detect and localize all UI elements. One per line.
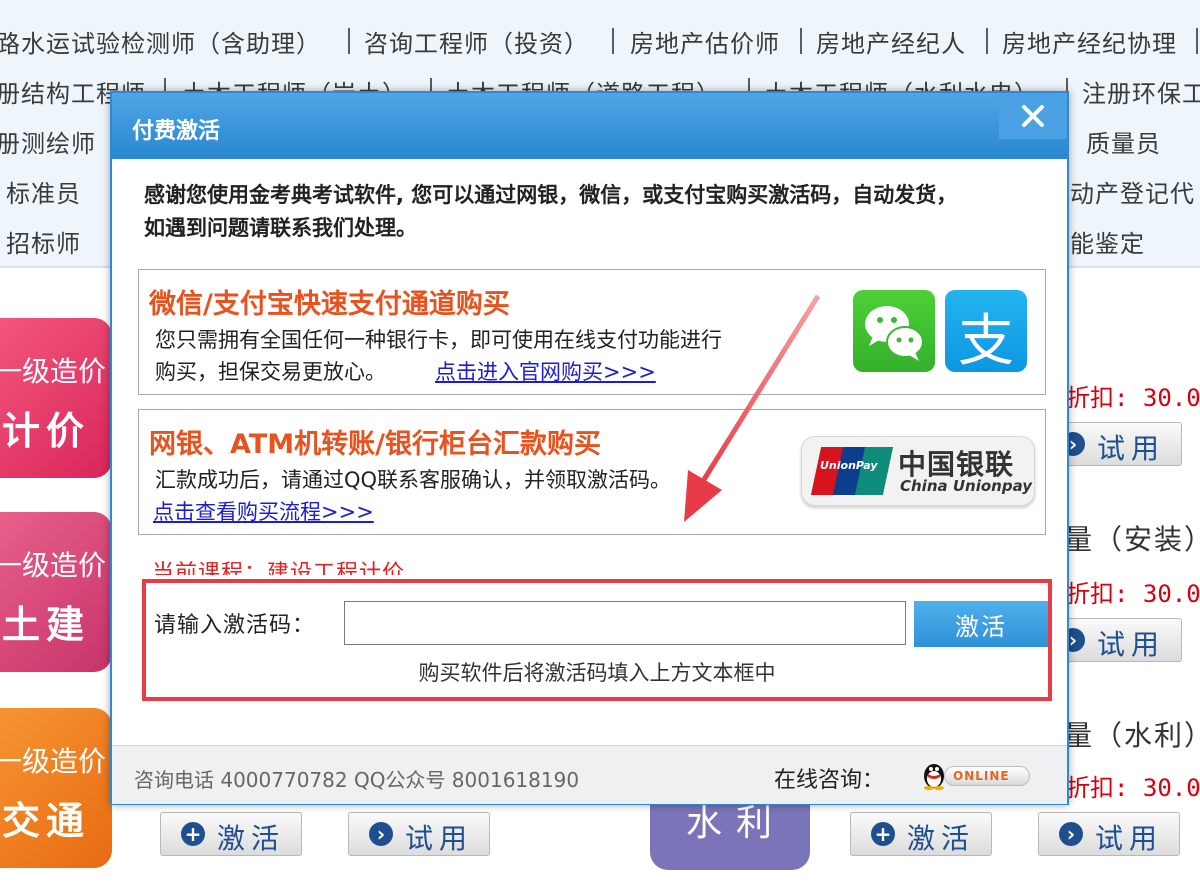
category-link[interactable]: 房地产经纪协理 [1002,24,1177,59]
online-pill: ONLINE [944,766,1030,786]
course-card-subtitle: 一级造价 [0,355,107,388]
activation-panel: 请输入激活码： 激活 购买软件后将激活码填入上方文本框中 [142,579,1052,701]
course-card-subtitle: 一级造价 [0,745,107,778]
category-separator [800,28,802,54]
plus-icon: + [871,822,895,846]
category-link[interactable]: 路水运试验检测师（含助理） [0,24,321,59]
play-icon: › [1059,822,1083,846]
wechat-bubbles-icon [865,306,924,361]
button-label: 试用 [1097,628,1166,661]
online-payment-heading: 微信/支付宝快速支付通道购买 [149,289,510,320]
course-card[interactable]: 一级造价 交通 [0,708,112,868]
activation-code-input[interactable] [344,601,906,645]
current-course-label: 当前课程：建设工程计价 [152,561,406,575]
category-link[interactable]: 册测绘师 [0,124,96,159]
alipay-glyph: 支 [958,309,1014,374]
intro-line: 如遇到问题请联系我们处理。 [144,216,417,240]
online-payment-section: 微信/支付宝快速支付通道购买 您只需拥有全国任何一种银行卡，即可使用在线支付功能… [138,269,1046,395]
activate-course-button[interactable]: + 激活 [850,812,992,856]
category-separator [348,28,350,54]
bank-payment-text: 汇款成功后，请通过QQ联系客服确认，并领取激活码。 [155,468,672,492]
course-card[interactable]: 一级造价 计价 [0,318,112,478]
purchase-process-link[interactable]: 点击查看购买流程>>> [153,496,374,526]
category-link[interactable]: 质量员 [1086,124,1161,159]
bank-payment-heading: 网银、ATM机转账/银行柜台汇款购买 [149,429,601,460]
intro-text: 感谢您使用金考典考试软件, 您可以通过网银，微信，或支付宝购买激活码，自动发货，… [144,179,1034,245]
category-link[interactable]: 动产登记代 [1070,174,1195,209]
contact-info: 咨询电话 4000770782 QQ公众号 8001618190 [134,768,580,792]
close-button[interactable] [999,93,1067,139]
category-link[interactable]: 标准员 [6,174,81,209]
category-separator [1196,28,1198,54]
wechat-icon[interactable] [853,290,935,372]
button-label: 试用 [1095,822,1164,855]
activation-code-label: 请输入激活码： [154,613,316,638]
course-card[interactable]: 一级造价 土建 [0,512,112,672]
discount-text: 折扣: 30.00 [1066,384,1200,412]
alipay-icon[interactable]: 支 [945,290,1027,374]
course-name: 量（水利） [1064,719,1200,752]
button-label: 激活 [907,822,976,855]
unionpay-en-name: China Unionpay [900,477,1033,495]
button-label: 激活 [217,822,286,855]
course-name: 量（安装） [1064,523,1200,556]
category-row: 路水运试验检测师（含助理） 咨询工程师（投资） 房地产估价师 房地产经纪人 房地… [0,16,1200,65]
discount-text: 折扣: 30.00 [1066,774,1200,802]
dialog-header: 付费激活 [112,93,1067,159]
dialog-footer: 咨询电话 4000770782 QQ公众号 8001618190 在线咨询： O… [112,745,1067,804]
activate-course-button[interactable]: + 激活 [160,812,302,856]
button-label: 试用 [1097,432,1166,465]
online-consult-label: 在线咨询： [774,768,885,793]
qq-penguin-icon [924,764,944,790]
online-payment-text: 购买，担保交易更放心。 [155,360,386,384]
qq-online-button[interactable]: ONLINE [920,760,1032,790]
unionpay-logo-text: UnionPay [820,459,878,472]
unionpay-icon: UnionPay [810,447,894,495]
category-separator [612,28,614,54]
course-card-title: 交通 [2,799,91,843]
trial-button[interactable]: › 试用 [348,812,490,856]
close-icon [1022,105,1044,127]
activate-button[interactable]: 激活 [914,601,1048,647]
discount-text: 折扣: 30.00 [1066,580,1200,608]
category-link[interactable]: 咨询工程师（投资） [364,24,589,59]
online-payment-text: 您只需拥有全国任何一种银行卡，即可使用在线支付功能进行 [155,328,722,352]
online-badge-text: ONLINE [953,769,1010,783]
plus-icon: + [181,822,205,846]
play-icon: › [369,822,393,846]
course-card-title: 土建 [2,603,91,647]
intro-line: 感谢您使用金考典考试软件, 您可以通过网银，微信，或支付宝购买激活码，自动发货， [144,183,958,207]
category-separator [986,28,988,54]
payment-activation-dialog: 付费激活 感谢您使用金考典考试软件, 您可以通过网银，微信，或支付宝购买激活码，… [110,91,1069,805]
button-label: 试用 [405,822,474,855]
bank-payment-section: 网银、ATM机转账/银行柜台汇款购买 汇款成功后，请通过QQ联系客服确认，并领取… [138,409,1046,535]
dialog-title: 付费激活 [132,119,221,144]
course-card-title: 计价 [2,409,91,453]
category-link[interactable]: 招标师 [6,224,81,259]
category-link[interactable]: 房地产经纪人 [816,24,966,59]
category-link[interactable]: 房地产估价师 [630,24,780,59]
unionpay-logo: UnionPay 中国银联 China Unionpay [801,436,1035,506]
official-site-link[interactable]: 点击进入官网购买>>> [435,356,656,386]
category-link[interactable]: 能鉴定 [1070,224,1145,259]
course-card-subtitle: 一级造价 [0,549,107,582]
category-link[interactable]: 注册环保工 [1082,74,1200,109]
activation-hint: 购买软件后将激活码填入上方文本框中 [418,661,776,685]
trial-button[interactable]: › 试用 [1038,812,1180,856]
